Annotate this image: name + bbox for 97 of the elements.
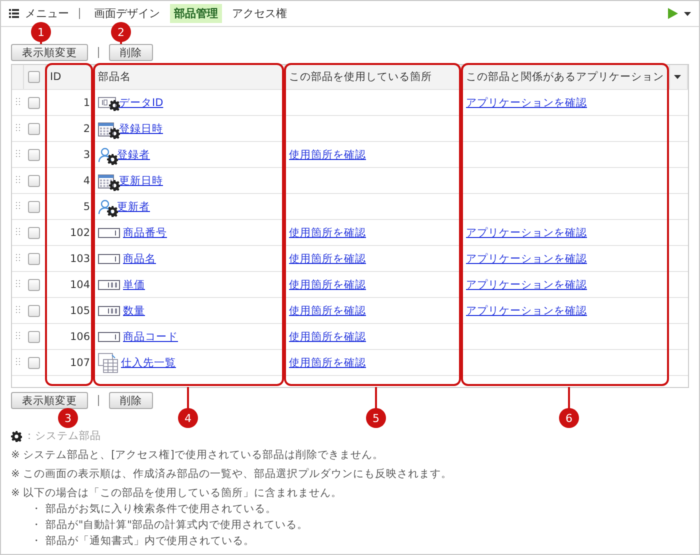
nav-tab[interactable]: 部品管理	[170, 4, 222, 23]
part-name-link[interactable]: 商品名	[123, 252, 156, 266]
bullet-text: ・ 部品がお気に入り検索条件で使用されている。	[30, 502, 278, 516]
column-header: この部品を使用している箇所	[289, 70, 432, 84]
row-checkbox[interactable]	[28, 330, 40, 342]
user-icon	[98, 198, 114, 214]
note-text: ※ この画面の表示順は、作成済み部品の一覧や、部品選択プルダウンにも反映されます。	[10, 467, 454, 481]
caret-icon[interactable]	[674, 75, 681, 79]
calendar-icon	[98, 172, 116, 188]
row-checkbox[interactable]	[28, 96, 40, 108]
callout-number: 1	[31, 22, 51, 42]
gear-icon	[107, 206, 118, 216]
part-name-link[interactable]: 商品番号	[123, 226, 167, 240]
row-checkbox[interactable]	[28, 122, 40, 134]
gear-icon	[109, 128, 120, 138]
id-text: 107	[70, 356, 90, 368]
gear-icon	[109, 100, 120, 110]
row-checkbox[interactable]	[28, 174, 40, 186]
menu-link[interactable]: メニュー	[25, 6, 69, 21]
caret-icon[interactable]	[684, 12, 691, 16]
usage-link[interactable]: 使用箇所を確認	[289, 226, 366, 240]
application-link[interactable]: アプリケーションを確認	[466, 252, 587, 266]
row-checkbox[interactable]	[28, 200, 40, 212]
menu-icon[interactable]	[9, 9, 19, 18]
application-link[interactable]: アプリケーションを確認	[466, 278, 587, 292]
leader-line	[375, 387, 377, 409]
part-name-link[interactable]: 商品コード	[123, 330, 178, 344]
callout-number: 3	[58, 408, 78, 428]
delete-button[interactable]: 削除	[109, 44, 153, 61]
leader-line	[187, 387, 189, 409]
play-icon[interactable]	[668, 8, 678, 19]
id-text: 106	[70, 330, 90, 342]
row-checkbox[interactable]	[28, 252, 40, 264]
select-all-checkbox[interactable]	[28, 71, 40, 83]
id-text: 1	[83, 96, 90, 108]
gear-icon	[11, 430, 22, 442]
row-checkbox[interactable]	[28, 278, 40, 290]
gear-icon	[109, 180, 120, 190]
usage-link[interactable]: 使用箇所を確認	[289, 148, 366, 162]
usage-link[interactable]: 使用箇所を確認	[289, 330, 366, 344]
reorder-button[interactable]: 表示順変更	[11, 392, 88, 409]
id-text: 105	[70, 304, 90, 316]
gear-icon	[107, 154, 118, 164]
part-name-link[interactable]: 更新者	[117, 200, 150, 214]
text-field-icon	[98, 254, 120, 264]
column-header: この部品と関係があるアプリケーション	[466, 70, 664, 84]
legend-text: ：システム部品	[24, 429, 101, 443]
callout-number: 2	[111, 22, 131, 42]
nav-tab[interactable]: アクセス権	[228, 4, 291, 23]
divider	[79, 8, 80, 19]
part-name-link[interactable]: データID	[119, 96, 164, 110]
number-field-icon	[98, 306, 120, 316]
divider	[98, 395, 99, 406]
callout-number: 5	[366, 408, 386, 428]
id-text: 102	[70, 226, 90, 238]
number-field-icon	[98, 280, 120, 290]
usage-link[interactable]: 使用箇所を確認	[289, 356, 366, 370]
column-header: 部品名	[98, 70, 131, 84]
part-name-link[interactable]: 登録日時	[119, 122, 163, 136]
bullet-text: ・ 部品が"自動計算"部品の計算式内で使用されている。	[30, 518, 309, 532]
divider	[98, 47, 99, 58]
row-checkbox[interactable]	[28, 304, 40, 316]
usage-link[interactable]: 使用箇所を確認	[289, 252, 366, 266]
delete-button[interactable]: 削除	[109, 392, 153, 409]
callout-number: 6	[559, 408, 579, 428]
row-checkbox[interactable]	[28, 148, 40, 160]
id-text: 103	[70, 252, 90, 264]
id-text: 2	[83, 122, 90, 134]
part-name-link[interactable]: 更新日時	[119, 174, 163, 188]
row-checkbox[interactable]	[28, 226, 40, 238]
text-field-icon	[98, 332, 120, 342]
application-link[interactable]: アプリケーションを確認	[466, 96, 587, 110]
user-icon	[98, 146, 114, 162]
application-link[interactable]: アプリケーションを確認	[466, 226, 587, 240]
part-name-link[interactable]: 登録者	[117, 148, 150, 162]
callout-number: 4	[178, 408, 198, 428]
id-text: 3	[83, 148, 90, 160]
part-name-link[interactable]: 単価	[123, 278, 145, 292]
part-name-link[interactable]: 仕入先一覧	[121, 356, 176, 370]
part-name-link[interactable]: 数量	[123, 304, 145, 318]
nav-tab[interactable]: 画面デザイン	[90, 4, 164, 23]
text-field-icon	[98, 228, 120, 238]
column-header: ID	[50, 71, 62, 83]
id-text: 4	[83, 174, 90, 186]
leader-line	[568, 387, 570, 409]
id-text: 104	[70, 278, 90, 290]
reorder-button[interactable]: 表示順変更	[11, 44, 88, 61]
calendar-icon	[98, 120, 116, 136]
note-text: ※ システム部品と、[アクセス権]で使用されている部品は削除できません。	[10, 448, 384, 462]
usage-link[interactable]: 使用箇所を確認	[289, 278, 366, 292]
application-link[interactable]: アプリケーションを確認	[466, 304, 587, 318]
bullet-text: ・ 部品が「通知書式」内で使用されている。	[30, 534, 256, 548]
table-icon	[98, 352, 118, 372]
usage-link[interactable]: 使用箇所を確認	[289, 304, 366, 318]
row-checkbox[interactable]	[28, 356, 40, 368]
note-text: ※ 以下の場合は「この部品を使用している箇所」に含まれません。	[10, 486, 344, 500]
id-text: 5	[83, 200, 90, 212]
